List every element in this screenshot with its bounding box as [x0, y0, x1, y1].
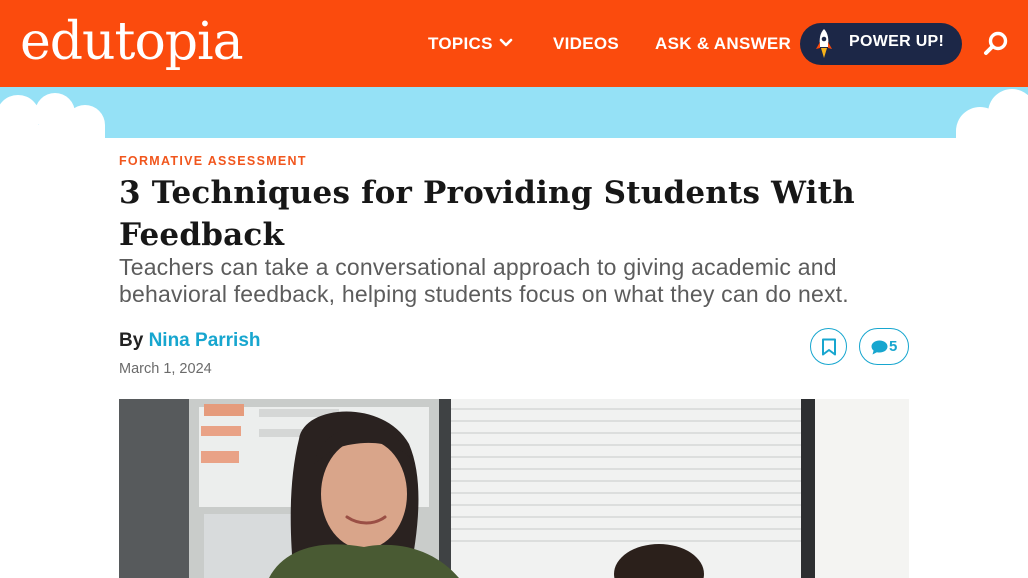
bookmark-icon	[822, 338, 836, 356]
clouds-decoration	[0, 89, 1028, 138]
publish-date: March 1, 2024	[119, 361, 212, 377]
edutopia-logo[interactable]: edutopia	[20, 10, 244, 74]
comment-icon	[871, 340, 888, 355]
article-summary: Teachers can take a conversational appro…	[119, 254, 849, 307]
author-link[interactable]: Nina Parrish	[149, 330, 261, 351]
search-icon[interactable]	[982, 30, 1010, 58]
nav-videos[interactable]: VIDEOS	[553, 33, 619, 55]
article-category[interactable]: FORMATIVE ASSESSMENT	[119, 154, 307, 168]
article-title: 3 Techniques for Providing Students With…	[119, 175, 855, 253]
article-hero-image	[119, 399, 909, 578]
rocket-icon	[812, 27, 836, 61]
sky-banner	[0, 87, 1028, 138]
nav-topics[interactable]: TOPICS	[428, 33, 513, 55]
comments-button[interactable]: 5	[859, 328, 909, 365]
byline: By Nina Parrish	[119, 330, 261, 352]
site-header: edutopia TOPICS VIDEOS ASK & ANSWER POWE…	[0, 0, 1028, 87]
bookmark-button[interactable]	[810, 328, 847, 365]
nav-ask-and-answer[interactable]: ASK & ANSWER	[655, 33, 791, 55]
power-up-button[interactable]: POWER UP!	[800, 23, 962, 65]
comment-count: 5	[889, 338, 898, 355]
nav-topics-label: TOPICS	[428, 34, 493, 53]
byline-prefix: By	[119, 330, 144, 351]
chevron-down-icon	[499, 32, 513, 54]
power-up-label: POWER UP!	[849, 33, 945, 50]
